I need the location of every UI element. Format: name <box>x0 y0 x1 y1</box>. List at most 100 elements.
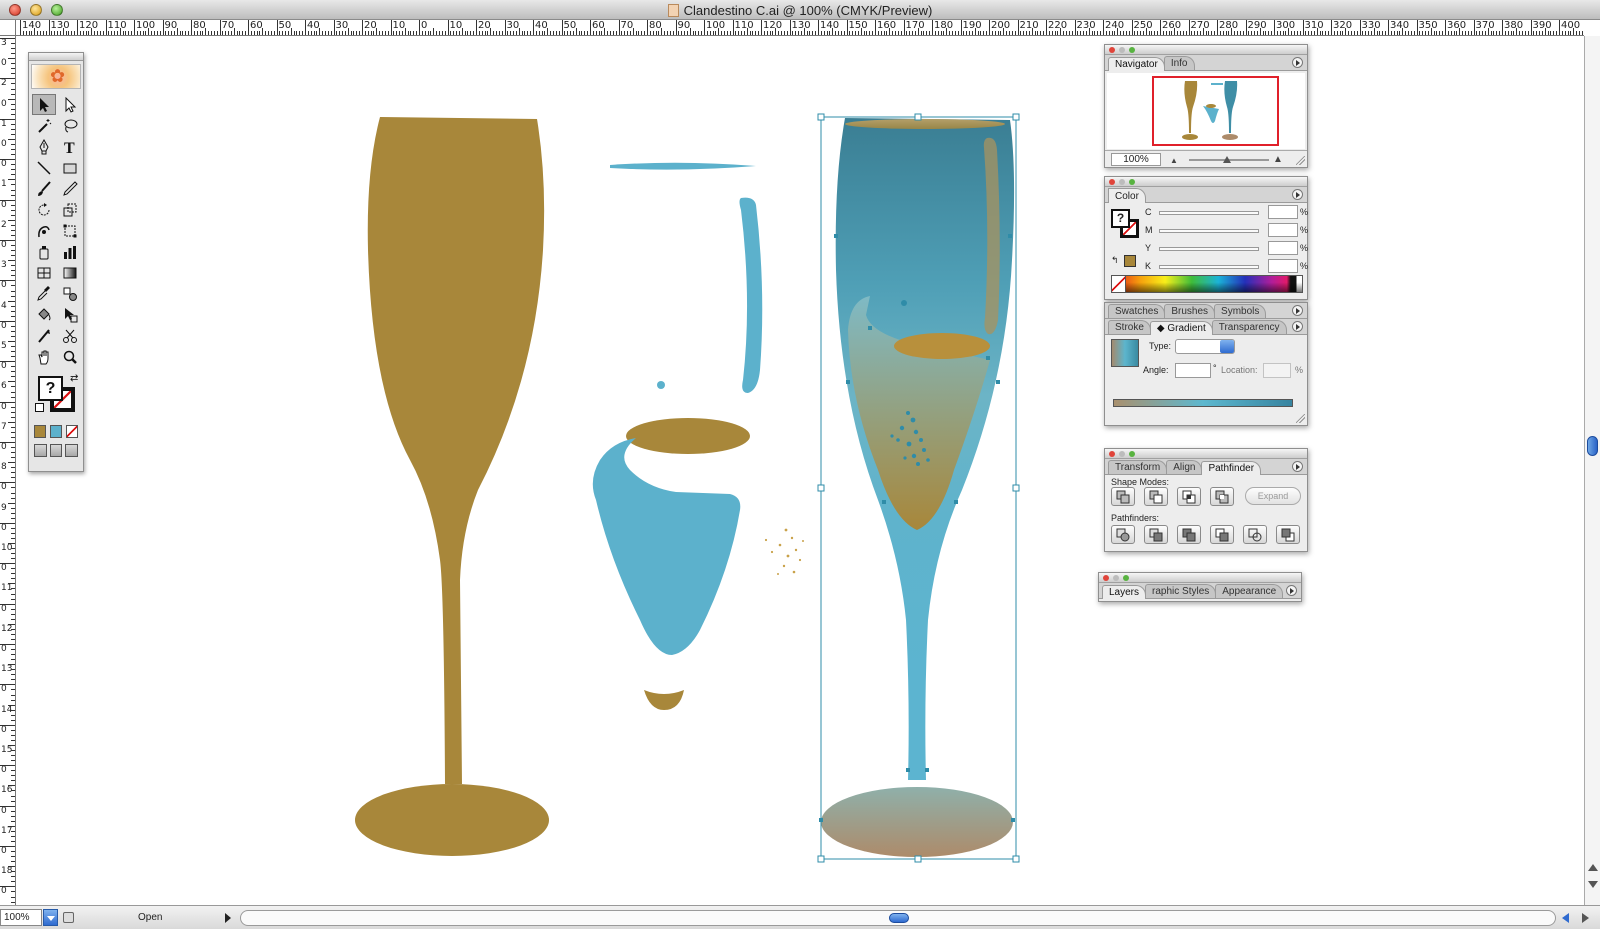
gold-liquid-surface[interactable] <box>626 418 750 454</box>
channel-value-input[interactable] <box>1268 223 1298 237</box>
horizontal-scrollbar[interactable] <box>240 910 1556 926</box>
hand-tool-icon[interactable] <box>32 346 56 367</box>
zoom-level-field[interactable]: 100% <box>0 909 42 926</box>
channel-value-input[interactable] <box>1268 205 1298 219</box>
gold-stem-piece[interactable] <box>644 690 684 710</box>
tab-transparency[interactable]: Transparency <box>1211 320 1287 334</box>
swap-fill-stroke-icon[interactable]: ⇄ <box>70 373 78 384</box>
panel-menu-icon[interactable] <box>1292 305 1303 316</box>
color-spectrum[interactable] <box>1111 275 1303 293</box>
teal-glass-base[interactable] <box>821 787 1013 857</box>
tab-stroke[interactable]: Stroke <box>1108 320 1151 334</box>
gradient-location-input[interactable] <box>1263 363 1291 378</box>
scroll-right-arrow[interactable] <box>1582 913 1589 923</box>
navigator-view-frame[interactable] <box>1152 76 1279 146</box>
tab-appearance[interactable]: Appearance <box>1215 584 1284 598</box>
default-fill-stroke-icon[interactable] <box>35 403 44 412</box>
eyedropper-tool-icon[interactable] <box>32 283 56 304</box>
panel-menu-icon[interactable] <box>1292 57 1303 68</box>
horizontal-ruler[interactable]: 140 130 120 110 100 90 80 70 60 50 40 30 20 10 0 10 20 30… <box>16 20 1584 36</box>
zoom-dropdown-button[interactable] <box>43 909 58 926</box>
magic-wand-tool-icon[interactable] <box>32 115 56 136</box>
channel-value-input[interactable] <box>1268 241 1298 255</box>
zoom-out-icon[interactable]: ▲ <box>1170 156 1178 165</box>
panel-titlebar[interactable] <box>1099 573 1301 583</box>
color-mode-icon[interactable] <box>34 425 46 438</box>
paintbrush-tool-icon[interactable] <box>32 178 56 199</box>
resize-grip-icon[interactable] <box>1296 414 1305 423</box>
channel-slider[interactable] <box>1159 229 1259 233</box>
none-color-swatch[interactable] <box>1112 276 1126 292</box>
tab-pathfinder[interactable]: Pathfinder <box>1201 461 1262 475</box>
zoom-in-icon[interactable]: ▲ <box>1273 154 1283 165</box>
blue-rim-piece[interactable] <box>610 162 756 170</box>
artboard-canvas[interactable] <box>16 37 1584 905</box>
trim-button[interactable] <box>1144 525 1168 544</box>
exclude-overlapping-shape-areas-button[interactable] <box>1210 487 1234 506</box>
panel-titlebar[interactable] <box>1105 45 1307 55</box>
scissors-tool-icon[interactable] <box>58 325 82 346</box>
gradient-tool-icon[interactable] <box>58 262 82 283</box>
slice-tool-icon[interactable] <box>32 325 56 346</box>
panel-menu-icon[interactable] <box>1286 585 1297 596</box>
crop-button[interactable] <box>1210 525 1234 544</box>
divide-button[interactable] <box>1111 525 1135 544</box>
line-segment-tool-icon[interactable] <box>32 157 56 178</box>
direct-selection-tool-icon[interactable] <box>58 94 82 115</box>
full-screen-menu-mode-icon[interactable] <box>49 444 63 457</box>
pencil-tool-icon[interactable] <box>58 178 82 199</box>
blend-tool-icon[interactable] <box>58 283 82 304</box>
vertical-ruler[interactable]: 3 0 2 0 1 0 0 1 0 2 0 3 0 4 0 5 0 6 0 7 0 8 0 9 0 10 0 11 0 12 0 13 0 14 0… <box>0 36 16 905</box>
channel-slider[interactable] <box>1159 211 1259 215</box>
teal-glass-rim[interactable] <box>845 119 1005 129</box>
selection-tool-icon[interactable] <box>32 94 56 115</box>
merge-button[interactable] <box>1177 525 1201 544</box>
gradient-slider[interactable] <box>1113 399 1293 407</box>
column-graph-tool-icon[interactable] <box>58 241 82 262</box>
rectangle-tool-icon[interactable] <box>58 157 82 178</box>
teal-glass-liquid-surface[interactable] <box>894 333 990 359</box>
tab-navigator[interactable]: Navigator <box>1108 57 1165 71</box>
free-transform-tool-icon[interactable] <box>58 220 82 241</box>
ruler-origin[interactable] <box>0 20 16 36</box>
none-mode-icon[interactable] <box>66 425 78 438</box>
rotate-tool-icon[interactable] <box>32 199 56 220</box>
status-menu-arrow[interactable] <box>225 913 231 923</box>
horizontal-scroll-thumb[interactable] <box>889 913 909 923</box>
warp-tool-icon[interactable] <box>32 220 56 241</box>
standard-screen-mode-icon[interactable] <box>34 444 47 457</box>
gold-glass-bowl[interactable] <box>367 117 545 784</box>
scroll-up-arrow[interactable] <box>1588 864 1598 871</box>
gradient-swatch[interactable] <box>1111 339 1139 367</box>
lasso-tool-icon[interactable] <box>58 115 82 136</box>
pen-tool-icon[interactable] <box>32 136 56 157</box>
gradient-mode-icon[interactable] <box>50 425 62 438</box>
tab-transform[interactable]: Transform <box>1108 460 1168 474</box>
tab-align[interactable]: Align <box>1166 460 1203 474</box>
panel-titlebar[interactable] <box>1105 449 1307 459</box>
vertical-scroll-thumb[interactable] <box>1587 436 1598 456</box>
last-color-swatch[interactable] <box>1124 255 1136 267</box>
tab-color[interactable]: Color <box>1108 188 1146 203</box>
live-paint-bucket-tool-icon[interactable] <box>32 304 56 325</box>
tab-gradient[interactable]: ◆ Gradient <box>1149 321 1213 335</box>
tab-layers[interactable]: Layers <box>1102 585 1147 599</box>
minus-back-button[interactable] <box>1276 525 1300 544</box>
scroll-left-arrow[interactable] <box>1562 913 1569 923</box>
tab-brushes[interactable]: Brushes <box>1164 304 1216 318</box>
full-screen-mode-icon[interactable] <box>65 444 79 457</box>
blue-highlight-piece[interactable] <box>739 197 763 393</box>
channel-slider[interactable] <box>1159 247 1259 251</box>
mesh-tool-icon[interactable] <box>32 262 56 283</box>
panel-menu-icon[interactable] <box>1292 321 1303 332</box>
add-to-shape-area-button[interactable] <box>1111 487 1135 506</box>
gradient-type-select[interactable] <box>1175 339 1235 354</box>
live-paint-selection-tool-icon[interactable] <box>58 304 82 325</box>
vertical-scrollbar[interactable] <box>1584 36 1600 905</box>
expand-button[interactable]: Expand <box>1245 487 1301 505</box>
type-tool-icon[interactable]: T <box>58 136 82 157</box>
tab-swatches[interactable]: Swatches <box>1108 304 1166 318</box>
panel-titlebar[interactable] <box>1105 177 1307 187</box>
scale-tool-icon[interactable] <box>58 199 82 220</box>
resize-grip-icon[interactable] <box>1296 156 1305 165</box>
